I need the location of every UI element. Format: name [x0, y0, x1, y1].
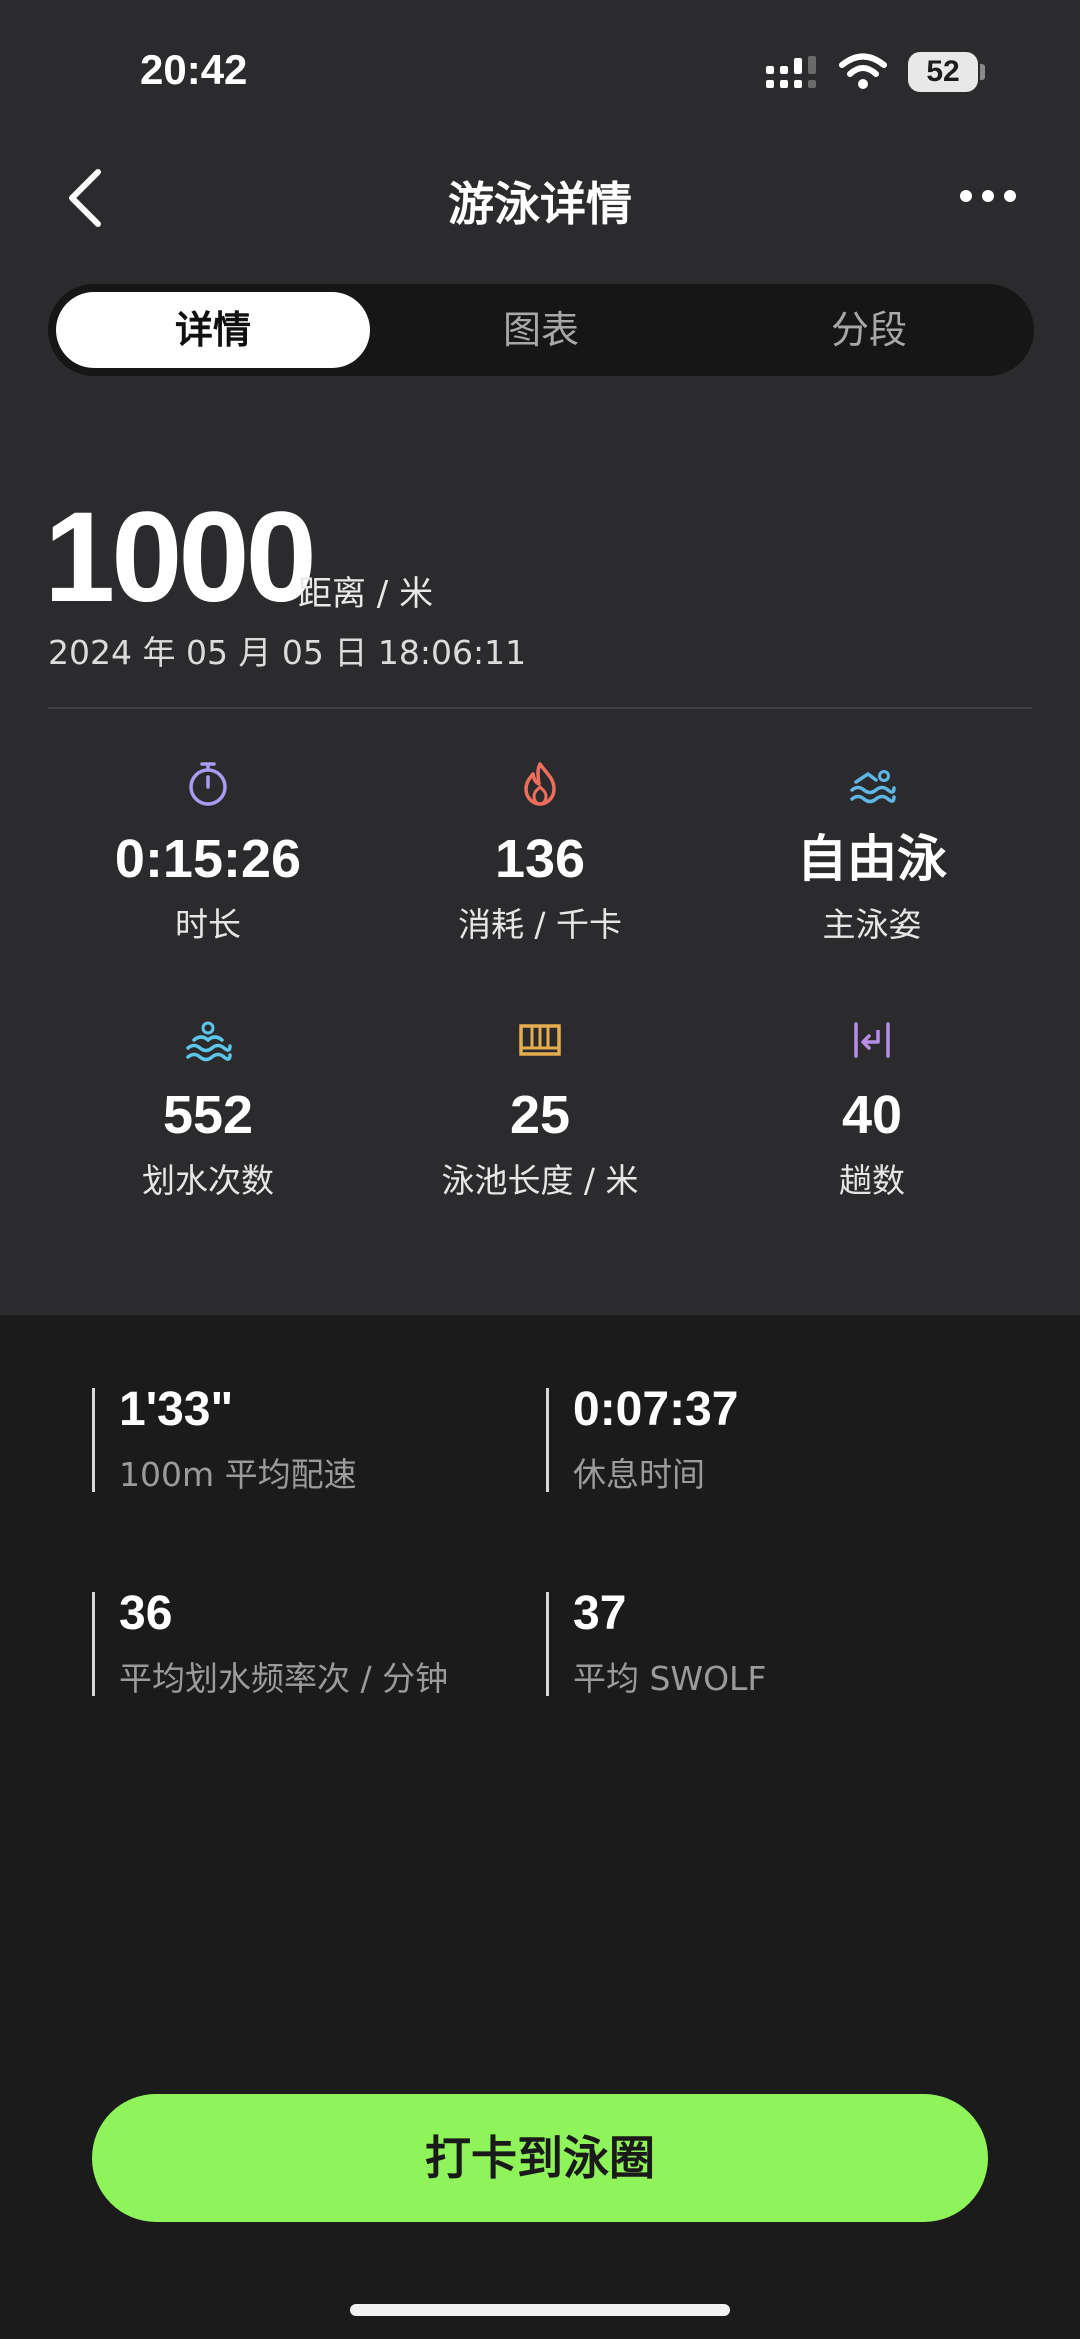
metric-laps: 40 趟数	[702, 1016, 1042, 1202]
laps-icon	[854, 1022, 890, 1058]
stat-label: 休息时间	[573, 1455, 705, 1494]
stat-label: 100m 平均配速	[119, 1455, 357, 1494]
battery-indicator: 52	[908, 52, 978, 92]
metric-stroke-count: 552 划水次数	[38, 1016, 378, 1202]
tab-details[interactable]: 详情	[56, 292, 370, 368]
segmented-tabs: 详情 图表 分段	[48, 284, 1034, 376]
stat-swolf: 37 平均 SWOLF	[546, 1588, 993, 1698]
flame-icon	[524, 762, 556, 806]
stat-stroke-rate: 36 平均划水频率次 / 分钟	[92, 1588, 539, 1698]
stat-avg-pace: 1'33" 100m 平均配速	[92, 1384, 539, 1494]
metric-value: 0:15:26	[114, 829, 302, 889]
stat-label: 平均划水频率次 / 分钟	[119, 1659, 449, 1698]
metric-value: 40	[841, 1085, 903, 1145]
distance-value: 1000	[44, 486, 317, 629]
metric-value: 自由泳	[797, 830, 947, 888]
distance-unit-label: 距离 / 米	[298, 574, 434, 614]
wifi-icon	[839, 53, 887, 89]
metric-label: 主泳姿	[822, 905, 922, 944]
signal-icon	[766, 56, 816, 88]
metric-calories: 136 消耗 / 千卡	[370, 760, 710, 946]
stat-value: 0:07:37	[573, 1383, 739, 1436]
divider	[48, 707, 1032, 709]
stroke-icon	[186, 1021, 232, 1062]
stat-label: 平均 SWOLF	[573, 1659, 767, 1698]
metric-label: 泳池长度 / 米	[441, 1161, 639, 1200]
swimmer-icon	[850, 770, 896, 804]
metric-value: 552	[162, 1085, 254, 1145]
metric-label: 趟数	[839, 1161, 905, 1200]
metric-label: 划水次数	[142, 1161, 274, 1200]
stopwatch-icon	[189, 762, 227, 806]
status-time: 20:42	[140, 46, 248, 93]
home-indicator[interactable]	[350, 2304, 730, 2316]
pool-length-icon	[519, 1024, 561, 1056]
metric-duration: 0:15:26 时长	[38, 760, 378, 946]
tab-segments[interactable]: 分段	[712, 292, 1026, 368]
more-options-icon[interactable]	[958, 188, 1018, 204]
tab-charts[interactable]: 图表	[384, 292, 698, 368]
metric-pool-length: 25 泳池长度 / 米	[370, 1016, 710, 1202]
stat-rest-time: 0:07:37 休息时间	[546, 1384, 993, 1494]
metric-label: 消耗 / 千卡	[457, 905, 623, 944]
metric-value: 136	[494, 829, 586, 889]
battery-tip	[980, 64, 985, 80]
workout-datetime: 2024 年 05 月 05 日 18:06:11	[48, 633, 527, 672]
stat-value: 1'33"	[119, 1383, 234, 1436]
check-in-button[interactable]: 打卡到泳圈	[92, 2094, 988, 2222]
stat-value: 37	[573, 1587, 627, 1640]
metric-label: 时长	[175, 905, 241, 944]
metric-value: 25	[509, 1085, 571, 1145]
stat-value: 36	[119, 1587, 173, 1640]
page-title: 游泳详情	[448, 177, 632, 231]
metric-main-stroke: 自由泳 主泳姿	[702, 760, 1042, 946]
